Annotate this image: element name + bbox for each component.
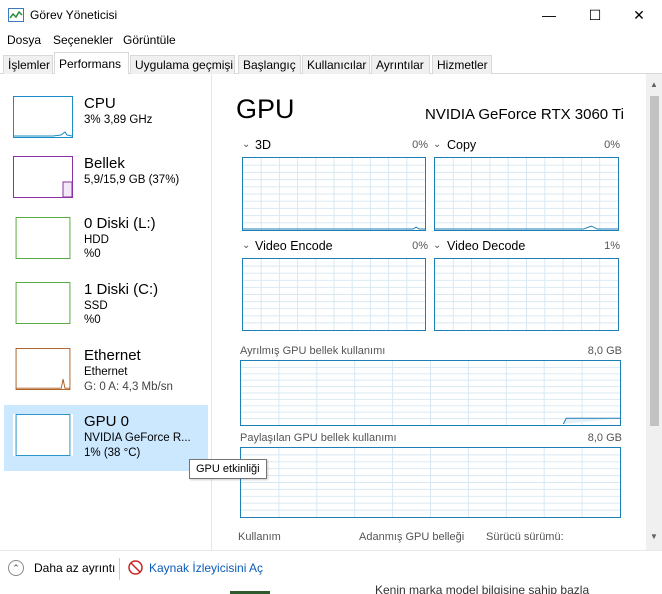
ethernet-mini-graph [13, 348, 73, 390]
sidebar-item-cpu[interactable]: CPU 3% 3,89 GHz [4, 92, 208, 158]
cpu-mini-graph [13, 96, 73, 138]
maximize-button[interactable]: ☐ [572, 0, 618, 30]
sidebar-item-disk-0[interactable]: 0 Diski (L:) HDD %0 [4, 212, 208, 278]
graph-3d [242, 157, 426, 231]
disk0-mini-graph [13, 217, 73, 259]
background-text: Kenin marka model bilgisine sahip bazla [375, 583, 590, 594]
sidebar-label-disk-1: 1 Diski (C:) [84, 281, 159, 298]
sidebar-model-gpu-0: NVIDIA GeForce R... [84, 432, 191, 444]
gpu-model-name: NVIDIA GeForce RTX 3060 Ti [425, 106, 624, 123]
graph-video-encode [242, 258, 426, 331]
window-title: Görev Yöneticisi [30, 8, 118, 22]
menu-options[interactable]: Seçenekler [53, 33, 113, 47]
graph-shared-memory [240, 447, 621, 518]
open-resource-monitor-link[interactable]: Kaynak İzleyicisini Aç [149, 561, 263, 575]
sidebar-item-ethernet[interactable]: Ethernet Ethernet G: 0 A: 4,3 Mb/sn [4, 344, 208, 410]
dedicated-memory-label: Ayrılmış GPU bellek kullanımı [240, 345, 386, 357]
background-window-strip: Kenin marka model bilgisine sahip bazla [230, 583, 662, 594]
fewer-details-button[interactable]: Daha az ayrıntı [34, 561, 115, 575]
engine-label-video-decode[interactable]: Video Decode [447, 239, 525, 253]
engine-pct-video-encode: 0% [412, 240, 428, 252]
shared-memory-value: 8,0 GB [587, 432, 622, 444]
tab-details[interactable]: Ayrıntılar [371, 55, 430, 74]
stat-label-utilization: Kullanım [238, 531, 281, 543]
sidebar-value-cpu: 3% 3,89 GHz [84, 114, 153, 126]
engine-label-3d[interactable]: 3D [255, 138, 271, 152]
divider [119, 558, 120, 580]
engine-pct-copy: 0% [604, 139, 620, 151]
title-bar: Görev Yöneticisi — ☐ ✕ [0, 0, 662, 30]
sidebar-label-disk-0: 0 Diski (L:) [84, 215, 156, 232]
resource-sidebar: CPU 3% 3,89 GHz Bellek 5,9/15,9 GB (37%)… [0, 74, 212, 550]
sidebar-label-ethernet: Ethernet [84, 347, 141, 364]
shared-memory-label: Paylaşılan GPU bellek kullanımı [240, 432, 397, 444]
tab-bar: İşlemler Performans Uygulama geçmişi Baş… [0, 52, 662, 75]
chevron-down-icon[interactable]: ⌄ [242, 240, 250, 251]
tab-app-history[interactable]: Uygulama geçmişi [130, 55, 235, 74]
sidebar-type-disk-1: SSD [84, 300, 108, 312]
menu-file[interactable]: Dosya [7, 33, 41, 47]
scroll-down-arrow[interactable]: ▼ [646, 528, 662, 544]
sidebar-type-disk-0: HDD [84, 234, 109, 246]
task-manager-icon [8, 8, 24, 22]
graph-video-decode [434, 258, 619, 331]
sidebar-label-gpu-0: GPU 0 [84, 413, 130, 430]
sidebar-value-gpu-0: 1% (38 °C) [84, 447, 141, 459]
minimize-button[interactable]: — [526, 0, 572, 30]
engine-pct-video-decode: 1% [604, 240, 620, 252]
engine-label-video-encode[interactable]: Video Encode [255, 239, 333, 253]
sidebar-item-memory[interactable]: Bellek 5,9/15,9 GB (37%) [4, 152, 208, 218]
performance-content: CPU 3% 3,89 GHz Bellek 5,9/15,9 GB (37%)… [0, 74, 662, 550]
tab-users[interactable]: Kullanıcılar [302, 55, 370, 74]
sidebar-value-disk-1: %0 [84, 314, 101, 326]
graph-copy [434, 157, 619, 231]
sidebar-item-disk-1[interactable]: 1 Diski (C:) SSD %0 [4, 279, 208, 345]
page-title: GPU [236, 94, 295, 124]
sidebar-label-cpu: CPU [84, 95, 116, 112]
scrollbar-thumb[interactable] [650, 96, 659, 426]
sidebar-label-memory: Bellek [84, 155, 125, 172]
sidebar-value-disk-0: %0 [84, 248, 101, 260]
sidebar-value-ethernet: G: 0 A: 4,3 Mb/sn [84, 381, 173, 393]
tab-startup[interactable]: Başlangıç [238, 55, 301, 74]
sidebar-item-gpu-0[interactable]: GPU 0 NVIDIA GeForce R... 1% (38 °C) [4, 405, 208, 471]
resource-monitor-icon[interactable] [128, 560, 143, 575]
chevron-down-icon[interactable]: ⌄ [242, 139, 250, 150]
engine-pct-3d: 0% [412, 139, 428, 151]
engine-label-copy[interactable]: Copy [447, 138, 476, 152]
tab-processes[interactable]: İşlemler [3, 55, 53, 74]
scroll-up-arrow[interactable]: ▲ [646, 76, 662, 92]
chevron-down-icon[interactable]: ⌄ [433, 240, 441, 251]
gpu-mini-graph [13, 414, 73, 456]
chevron-down-icon[interactable]: ⌄ [433, 139, 441, 150]
stat-label-dedicated-memory: Adanmış GPU belleği [359, 531, 465, 543]
memory-mini-graph [13, 156, 73, 198]
dedicated-memory-value: 8,0 GB [587, 345, 622, 357]
tooltip: GPU etkinliği [189, 459, 267, 479]
gpu-detail-panel: GPU NVIDIA GeForce RTX 3060 Ti ⌄ 3D 0% ⌄… [214, 74, 646, 550]
sidebar-type-ethernet: Ethernet [84, 366, 128, 378]
tab-services[interactable]: Hizmetler [432, 55, 492, 74]
stat-label-driver-version: Sürücü sürümü: [486, 531, 564, 543]
graph-dedicated-memory [240, 360, 621, 426]
menu-view[interactable]: Görüntüle [123, 33, 176, 47]
tab-performance[interactable]: Performans [54, 52, 129, 75]
sidebar-value-memory: 5,9/15,9 GB (37%) [84, 174, 180, 186]
chevron-up-icon[interactable]: ⌃ [8, 560, 24, 576]
disk1-mini-graph [13, 282, 73, 324]
close-button[interactable]: ✕ [616, 0, 662, 30]
vertical-scrollbar[interactable]: ▲ ▼ [646, 74, 662, 550]
menu-bar: Dosya Seçenekler Görüntüle [0, 30, 662, 50]
